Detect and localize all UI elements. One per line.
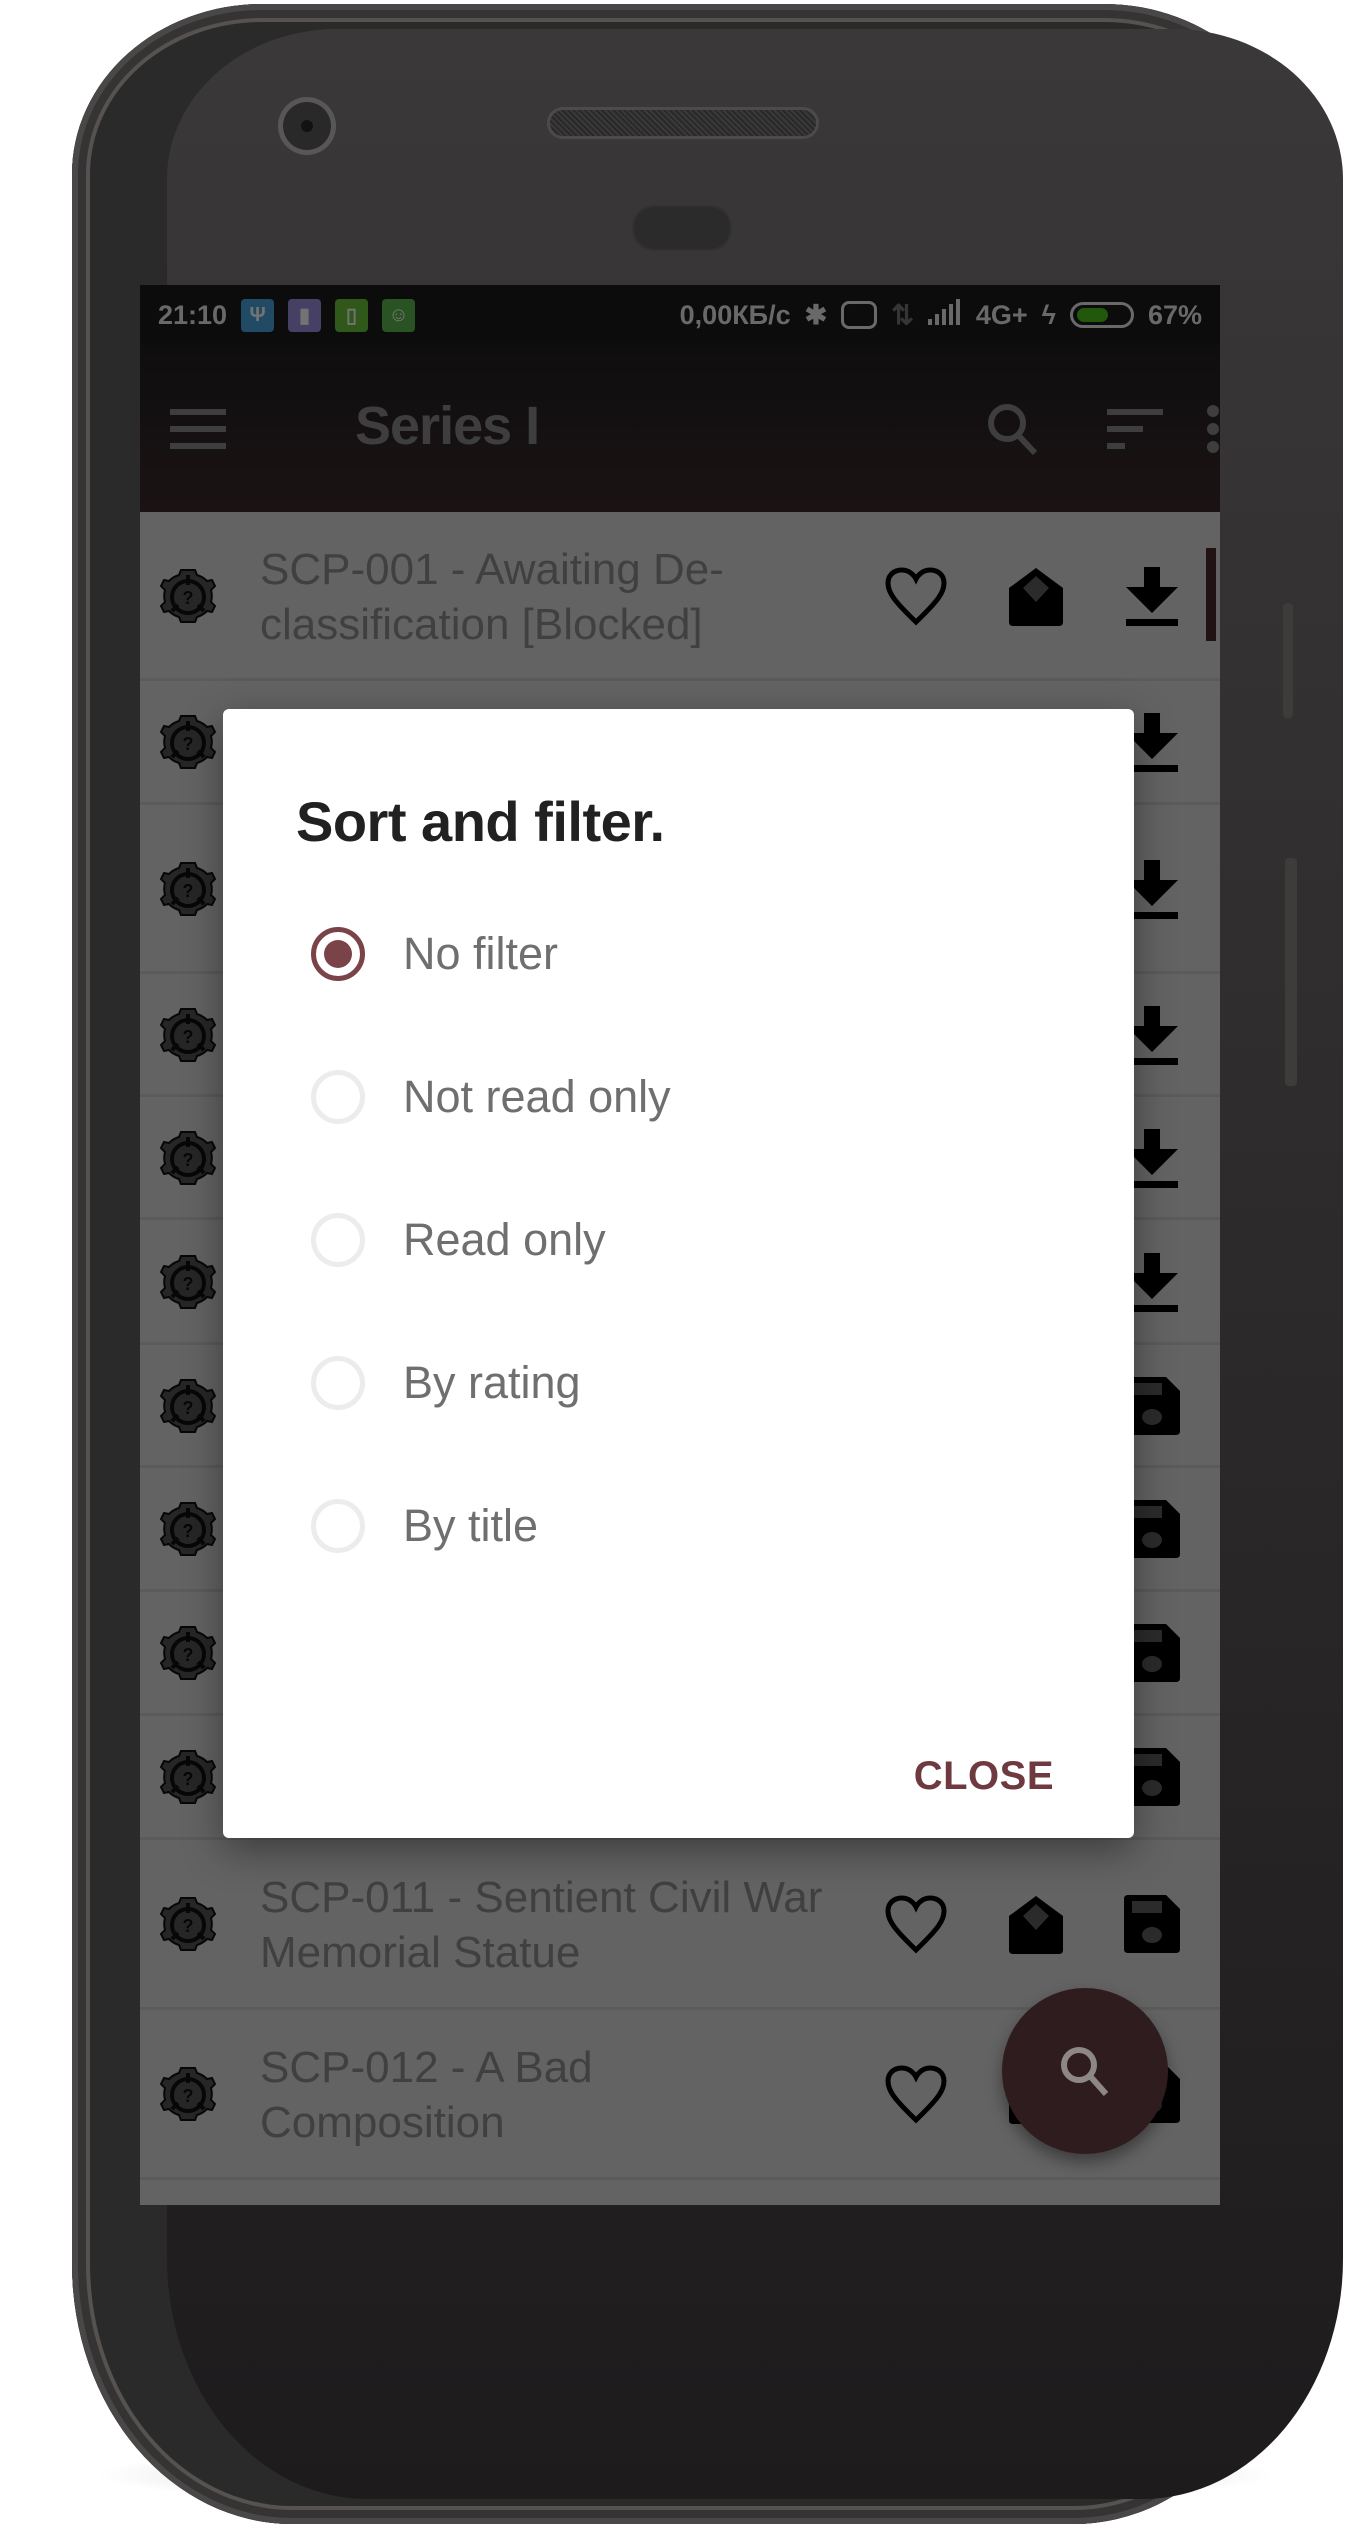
filter-option-label: By title (403, 1500, 539, 1551)
volume-button (1285, 858, 1297, 1086)
filter-option[interactable]: Not read only (278, 1042, 1038, 1152)
front-camera (283, 102, 331, 150)
proximity-sensor (634, 207, 730, 249)
search-fab[interactable] (1002, 1988, 1168, 2154)
close-button[interactable]: CLOSE (914, 1754, 1054, 1799)
filter-option[interactable]: By rating (278, 1328, 1038, 1438)
filter-option[interactable]: By title (278, 1471, 1038, 1581)
radio-button[interactable] (311, 1213, 365, 1267)
sort-filter-dialog: Sort and filter. No filter Not read only R… (223, 709, 1134, 1838)
radio-button[interactable] (311, 1356, 365, 1410)
power-button (1283, 603, 1293, 718)
earpiece-speaker (550, 110, 816, 136)
search-icon (1061, 2047, 1109, 2096)
dialog-title: Sort and filter. (296, 790, 665, 853)
filter-option-label: By rating (403, 1357, 581, 1408)
filter-option[interactable]: No filter (278, 899, 1038, 1009)
screen: 21:10 Ψ ▮ ▯ ☺ 0,00КБ/с ✱ ⇅ 4G+ ϟ 67% Ser… (140, 285, 1220, 2205)
radio-button[interactable] (311, 1499, 365, 1553)
radio-button[interactable] (311, 927, 365, 981)
filter-option-label: Not read only (403, 1071, 671, 1122)
filter-option-label: No filter (403, 928, 559, 979)
filter-option[interactable]: Read only (278, 1185, 1038, 1295)
filter-option-label: Read only (403, 1214, 606, 1265)
radio-button[interactable] (311, 1070, 365, 1124)
